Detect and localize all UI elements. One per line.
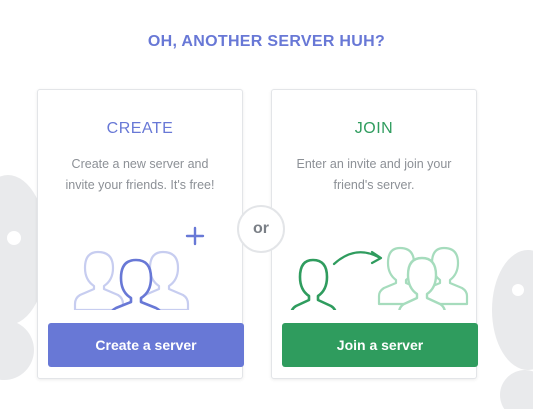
create-server-button[interactable]: Create a server <box>48 323 244 367</box>
create-card: CREATE Create a new server and invite yo… <box>37 89 244 379</box>
create-title: CREATE <box>106 120 174 137</box>
or-divider: or <box>237 205 285 253</box>
join-description: Enter an invite and join your friend's s… <box>286 154 462 196</box>
create-desc-line2: invite your friends. It's free! <box>65 178 215 192</box>
page-heading: OH, ANOTHER SERVER HUH? <box>147 33 386 50</box>
create-desc-line1: Create a new server and <box>71 157 209 171</box>
group-plus-icon <box>73 226 205 310</box>
join-card: JOIN Enter an invite and join your frien… <box>271 89 478 379</box>
user-arrow-group-icon <box>290 246 469 310</box>
join-title: JOIN <box>354 120 394 137</box>
join-desc-line2: friend's server. <box>333 178 415 192</box>
create-description: Create a new server and invite your frie… <box>52 154 228 196</box>
join-server-button[interactable]: Join a server <box>282 323 478 367</box>
join-desc-line1: Enter an invite and join your <box>296 157 452 171</box>
